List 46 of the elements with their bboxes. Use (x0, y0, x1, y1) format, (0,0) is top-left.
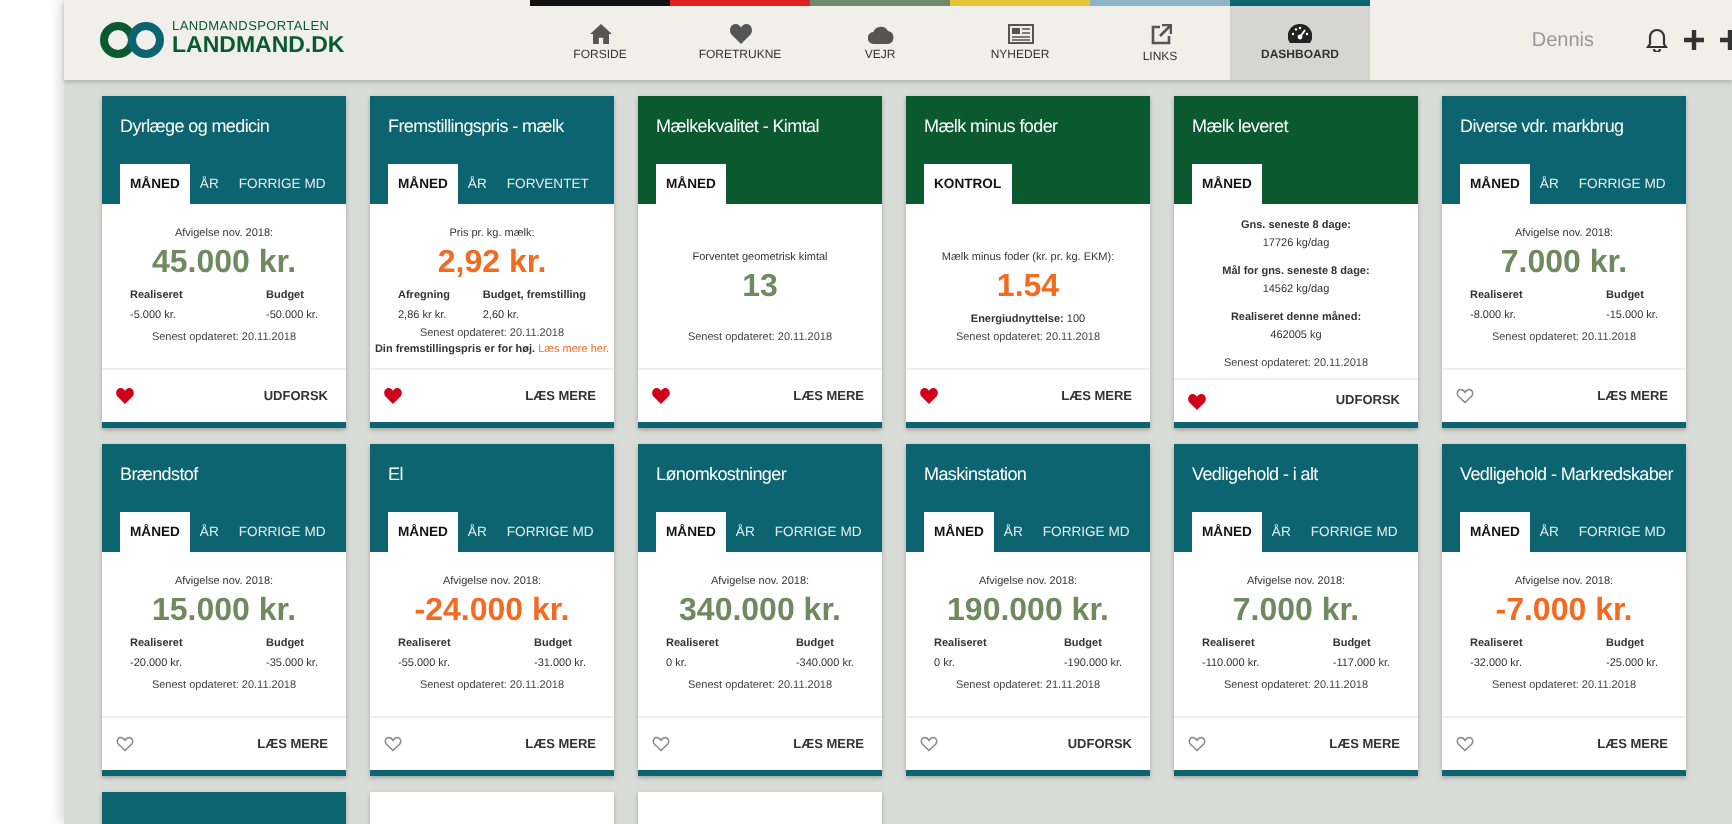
heart-icon[interactable] (384, 388, 402, 404)
logo-text: LANDMAND.DK (172, 35, 345, 58)
heart-icon[interactable] (1456, 736, 1474, 752)
card-title: Diverse vdr. markbrug (1460, 116, 1626, 140)
card-title: Mælkekvalitet - Kimtal (656, 116, 821, 140)
value-amount: 7.000 kr. (1500, 246, 1628, 282)
card-title: Maskinstation (924, 464, 1029, 488)
card-title: Mælk minus foder (924, 116, 1060, 140)
card-title: Lønomkostninger (656, 464, 789, 488)
heart-icon[interactable] (116, 736, 134, 752)
card-title: Mælk leveret (1192, 116, 1291, 140)
value-amount: 13 (742, 270, 778, 306)
gauge-icon (1288, 24, 1312, 44)
newspaper-icon (1007, 24, 1033, 44)
heart-icon (729, 24, 751, 44)
value-amount: 190.000 kr. (947, 594, 1109, 630)
value-amount: 1.54 (996, 270, 1060, 306)
card-title: Vedligehold - Markredskaber (1460, 464, 1675, 488)
house-icon (589, 24, 611, 44)
heart-icon[interactable] (652, 736, 670, 752)
heart-icon[interactable] (920, 736, 938, 752)
external-link-icon (1149, 23, 1171, 45)
value-amount: 2,92 kr. (437, 246, 547, 282)
heart-icon[interactable] (116, 388, 134, 404)
heart-icon[interactable] (1456, 388, 1474, 404)
card-title: Dyrlæge og medicin (120, 116, 272, 140)
card-title: Brændstof (120, 464, 201, 488)
heart-icon[interactable] (1188, 736, 1206, 752)
plus-icon[interactable] (1720, 30, 1732, 50)
card-title: Fremstillingspris - mælk (388, 116, 566, 140)
heart-icon[interactable] (384, 736, 402, 752)
heart-icon[interactable] (652, 388, 670, 404)
value-amount: -24.000 kr. (414, 594, 570, 630)
logo-icon (100, 22, 168, 58)
value-amount: 7.000 kr. (1232, 594, 1360, 630)
card-title: Vedligehold - i alt (1192, 464, 1320, 488)
heart-icon[interactable] (920, 388, 938, 404)
card-title: El (388, 464, 405, 488)
value-amount: 340.000 kr. (679, 594, 841, 630)
plus-icon[interactable] (1684, 30, 1704, 50)
value-amount: -7.000 kr. (1495, 594, 1633, 630)
value-amount: 45.000 kr. (151, 246, 297, 282)
bell-icon[interactable] (1646, 28, 1668, 52)
heart-icon[interactable] (1188, 393, 1206, 409)
cloud-icon (867, 25, 893, 43)
value-amount: 15.000 kr. (151, 594, 297, 630)
